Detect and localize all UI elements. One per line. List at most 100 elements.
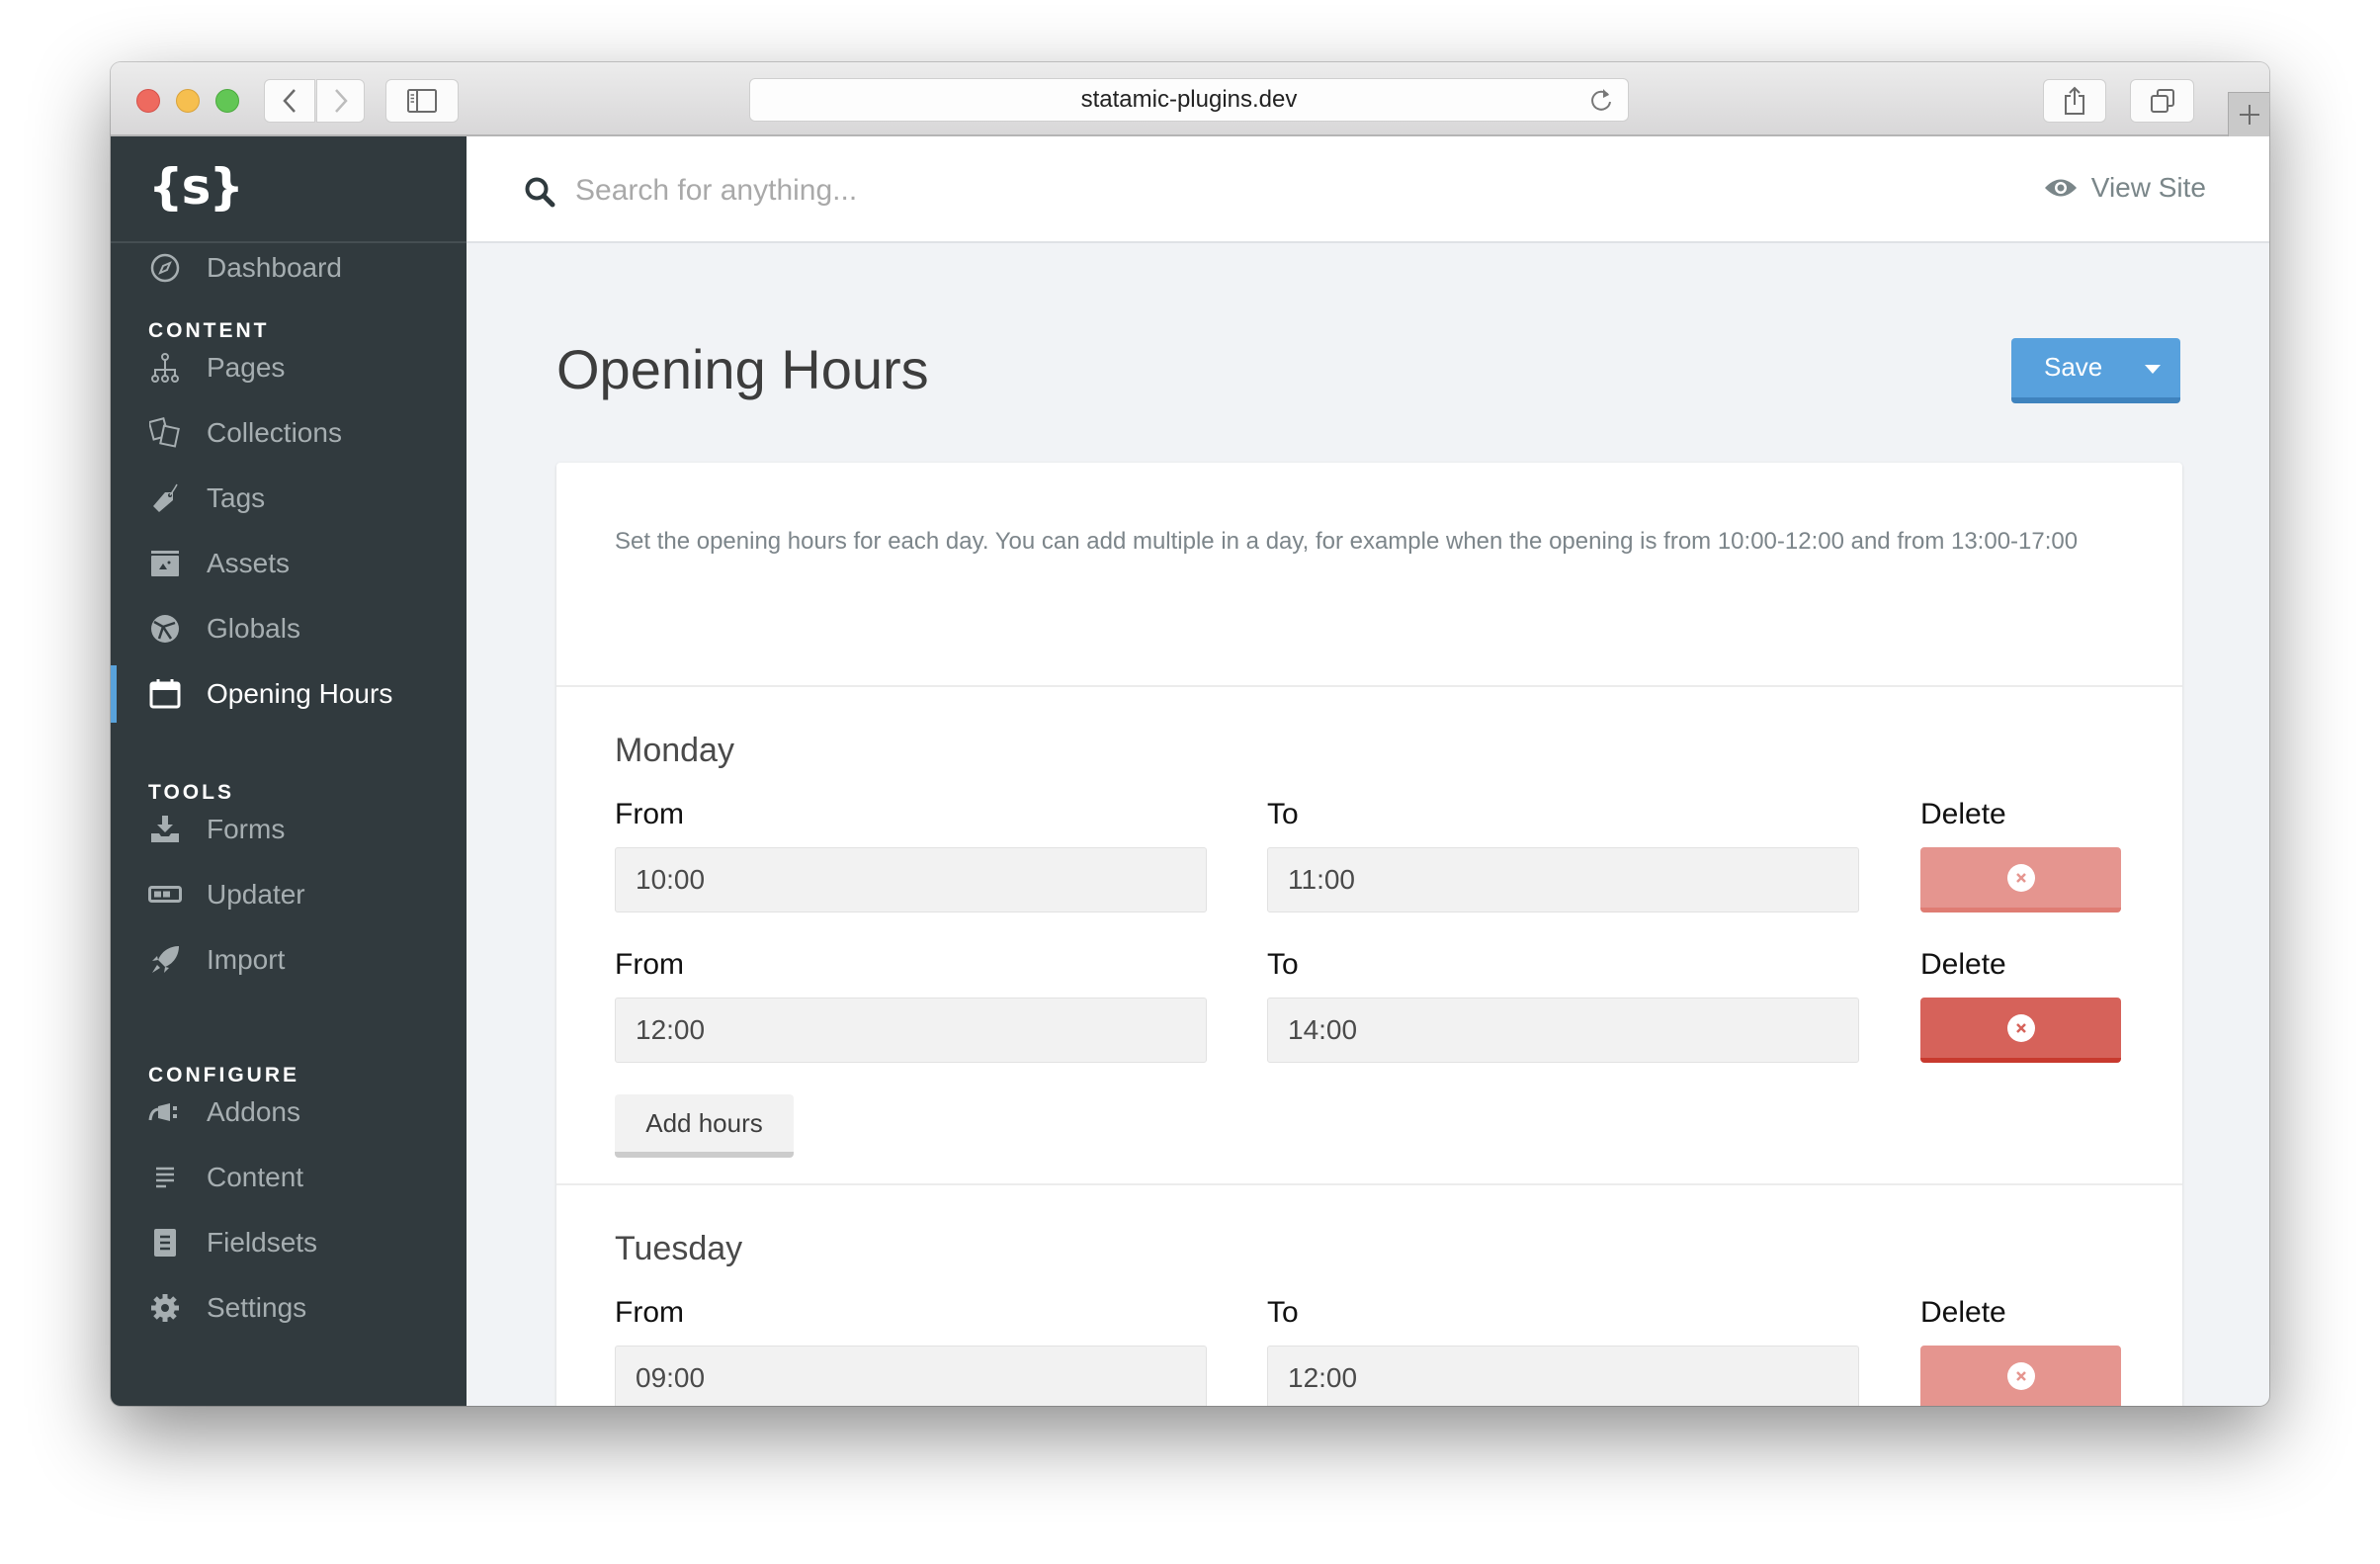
- monday-slot-1-from-input[interactable]: [615, 847, 1207, 912]
- minimize-window-button[interactable]: [176, 89, 200, 113]
- chevron-right-icon: [334, 89, 348, 113]
- lines-icon: [148, 1161, 182, 1194]
- sidebar-item-globals[interactable]: Globals: [111, 600, 467, 657]
- monday-slot-2-to-input[interactable]: [1267, 998, 1859, 1063]
- sidebar-item-updater[interactable]: Updater: [111, 866, 467, 923]
- sidebar-item-label: Tags: [207, 482, 266, 513]
- sidebar-item-label: Dashboard: [207, 252, 342, 283]
- close-circle-icon: [2006, 863, 2035, 892]
- monday-add-hours-button[interactable]: Add hours: [615, 1094, 794, 1158]
- sidebar-item-label: Forms: [207, 814, 286, 844]
- sidebar-item-collections[interactable]: Collections: [111, 404, 467, 462]
- active-indicator: [111, 665, 117, 723]
- view-site-label: View Site: [2090, 172, 2206, 203]
- to-label: To: [1267, 798, 1299, 830]
- sidebar-toggle-button[interactable]: [385, 79, 459, 123]
- close-circle-icon: [2006, 1361, 2035, 1390]
- tabs-overview-button[interactable]: [2130, 79, 2194, 123]
- compass-icon: [148, 251, 182, 285]
- sidebar-item-label: Pages: [207, 352, 286, 383]
- reload-icon: [1591, 89, 1611, 111]
- gear-icon: [148, 1291, 182, 1325]
- monday-slot-2-from-input[interactable]: [615, 998, 1207, 1063]
- globe-icon: [148, 612, 182, 646]
- divider: [556, 1183, 2182, 1185]
- sitemap-icon: [148, 351, 182, 385]
- caret-down-icon: [2145, 365, 2161, 374]
- sidebar-item-forms[interactable]: Forms: [111, 801, 467, 858]
- rocket-icon: [148, 943, 182, 977]
- close-circle-icon: [2006, 1013, 2035, 1042]
- logo-area: {s}: [111, 136, 467, 243]
- sidebar-item-pages[interactable]: Pages: [111, 339, 467, 396]
- eye-icon: [2044, 179, 2077, 197]
- sidebar-item-assets[interactable]: Assets: [111, 535, 467, 592]
- view-site-link[interactable]: View Site: [2044, 172, 2206, 204]
- statamic-logo[interactable]: {s}: [148, 158, 244, 216]
- tabs-icon: [2150, 89, 2174, 113]
- day-title-monday: Monday: [615, 732, 734, 769]
- sidebar-item-settings[interactable]: Settings: [111, 1279, 467, 1337]
- sidebar-item-fieldsets[interactable]: Fieldsets: [111, 1214, 467, 1271]
- download-tray-icon: [148, 813, 182, 846]
- plus-icon: [2239, 105, 2259, 125]
- calendar-icon: [148, 677, 182, 711]
- collections-icon: [148, 416, 182, 450]
- monday-slot-1-delete-button[interactable]: [1920, 847, 2121, 912]
- share-button[interactable]: [2043, 79, 2106, 123]
- to-label: To: [1267, 1296, 1299, 1329]
- sidebar-item-label: Assets: [207, 548, 291, 578]
- forward-button[interactable]: [316, 79, 365, 123]
- save-button[interactable]: Save: [2044, 352, 2102, 383]
- sidebar-item-label: Settings: [207, 1292, 307, 1323]
- document-icon: [148, 1226, 182, 1260]
- to-label: To: [1267, 948, 1299, 981]
- browser-titlebar: statamic-plugins.dev: [111, 62, 2269, 136]
- sidebar-item-label: Opening Hours: [207, 678, 393, 709]
- sidebar: {s} Dashboard CONTENT Pages Collections: [111, 136, 467, 1406]
- image-folder-icon: [148, 547, 182, 580]
- sidebar-item-import[interactable]: Import: [111, 931, 467, 989]
- back-button[interactable]: [264, 79, 315, 123]
- zoom-window-button[interactable]: [215, 89, 239, 113]
- close-window-button[interactable]: [136, 89, 160, 113]
- monday-slot-1-to-input[interactable]: [1267, 847, 1859, 912]
- sidebar-item-content[interactable]: Content: [111, 1149, 467, 1206]
- tuesday-slot-1-to-input[interactable]: [1267, 1346, 1859, 1406]
- save-options-dropdown[interactable]: [2141, 358, 2165, 382]
- sidebar-item-label: Collections: [207, 417, 342, 448]
- delete-label: Delete: [1920, 798, 2006, 830]
- from-label: From: [615, 1296, 684, 1329]
- top-bar: View Site: [467, 136, 2269, 243]
- sidebar-item-dashboard[interactable]: Dashboard: [111, 239, 467, 297]
- page-title: Opening Hours: [556, 338, 929, 400]
- plug-icon: [148, 1095, 182, 1129]
- tuesday-slot-1-from-input[interactable]: [615, 1346, 1207, 1406]
- day-title-tuesday: Tuesday: [615, 1230, 743, 1267]
- tag-icon: [148, 481, 182, 515]
- tuesday-slot-1-delete-button[interactable]: [1920, 1346, 2121, 1406]
- sidebar-item-opening-hours[interactable]: Opening Hours: [111, 665, 467, 723]
- sidebar-item-label: Globals: [207, 613, 300, 644]
- sidebar-icon: [407, 89, 437, 113]
- share-icon: [2065, 86, 2084, 115]
- chevron-left-icon: [283, 89, 296, 113]
- divider: [556, 685, 2182, 687]
- field-instructions: Set the opening hours for each day. You …: [615, 528, 2079, 555]
- delete-label: Delete: [1920, 948, 2006, 981]
- monday-slot-2-delete-button[interactable]: [1920, 998, 2121, 1063]
- from-label: From: [615, 948, 684, 981]
- sidebar-item-label: Fieldsets: [207, 1227, 318, 1258]
- sidebar-item-label: Updater: [207, 879, 305, 910]
- opening-hours-card: Set the opening hours for each day. You …: [556, 463, 2182, 1406]
- browser-window: statamic-plugins.dev {s} Dashboard CONTE…: [111, 62, 2269, 1406]
- from-label: From: [615, 798, 684, 830]
- search-icon: [524, 176, 557, 210]
- sidebar-item-addons[interactable]: Addons: [111, 1084, 467, 1141]
- search-input[interactable]: [575, 166, 1465, 216]
- new-tab-button[interactable]: [2228, 92, 2269, 136]
- save-button-group: Save: [2011, 338, 2180, 403]
- sidebar-item-tags[interactable]: Tags: [111, 470, 467, 527]
- address-bar[interactable]: statamic-plugins.dev: [749, 78, 1629, 122]
- reload-button[interactable]: [1588, 85, 1614, 122]
